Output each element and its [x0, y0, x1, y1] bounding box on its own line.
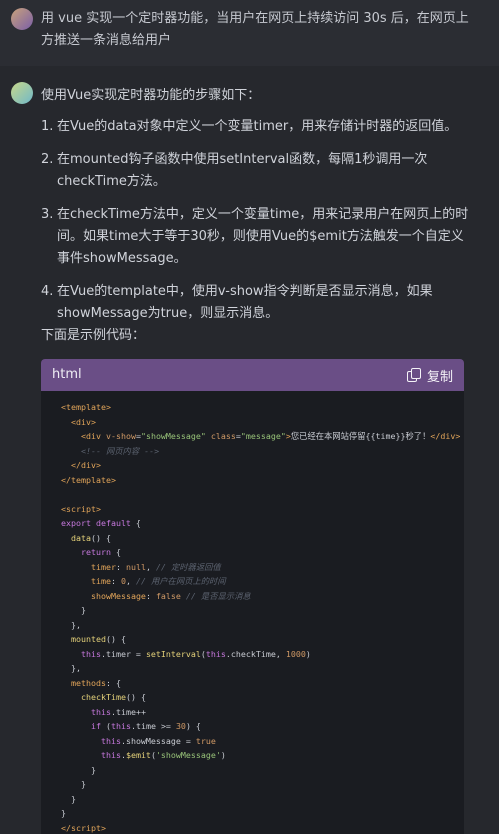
copy-icon	[406, 368, 421, 382]
assistant-avatar	[11, 82, 33, 104]
assistant-message: 使用Vue实现定时器功能的步骤如下： 1. 在Vue的data对象中定义一个变量…	[0, 66, 499, 834]
step-text: 在checkTime方法中，定义一个变量time，用来记录用户在网页上的时间。如…	[57, 207, 469, 266]
code-block: html 复制 <template> <div> <div v-show="sh…	[41, 359, 464, 834]
step-number: 1.	[41, 119, 54, 134]
user-avatar	[11, 8, 33, 30]
copy-button[interactable]: 复制	[406, 366, 453, 385]
step-number: 4.	[41, 284, 54, 299]
step-item: 4. 在Vue的template中，使用v-show指令判断是否显示消息，如果s…	[41, 281, 469, 325]
step-text: 在Vue的template中，使用v-show指令判断是否显示消息，如果show…	[57, 284, 433, 321]
steps-list: 1. 在Vue的data对象中定义一个变量timer，用来存储计时器的返回值。 …	[41, 116, 469, 336]
step-number: 2.	[41, 152, 54, 167]
copy-button-label: 复制	[426, 369, 453, 385]
code-language-label: html	[52, 367, 82, 382]
step-text: 在mounted钩子函数中使用setInterval函数，每隔1秒调用一次che…	[57, 152, 428, 189]
step-text: 在Vue的data对象中定义一个变量timer，用来存储计时器的返回值。	[57, 119, 458, 134]
code-block-header: html 复制	[41, 359, 464, 391]
code-intro: 下面是示例代码：	[41, 328, 146, 343]
user-message: 用 vue 实现一个定时器功能，当用户在网页上持续访问 30s 后，在网页上方推…	[0, 0, 499, 66]
step-item: 2. 在mounted钩子函数中使用setInterval函数，每隔1秒调用一次…	[41, 149, 469, 193]
assistant-intro: 使用Vue实现定时器功能的步骤如下：	[41, 88, 261, 103]
step-number: 3.	[41, 207, 54, 222]
step-item: 1. 在Vue的data对象中定义一个变量timer，用来存储计时器的返回值。	[41, 116, 469, 138]
user-message-text: 用 vue 实现一个定时器功能，当用户在网页上持续访问 30s 后，在网页上方推…	[41, 11, 469, 48]
step-item: 3. 在checkTime方法中，定义一个变量time，用来记录用户在网页上的时…	[41, 204, 469, 270]
code-content: <template> <div> <div v-show="showMessag…	[61, 402, 461, 833]
